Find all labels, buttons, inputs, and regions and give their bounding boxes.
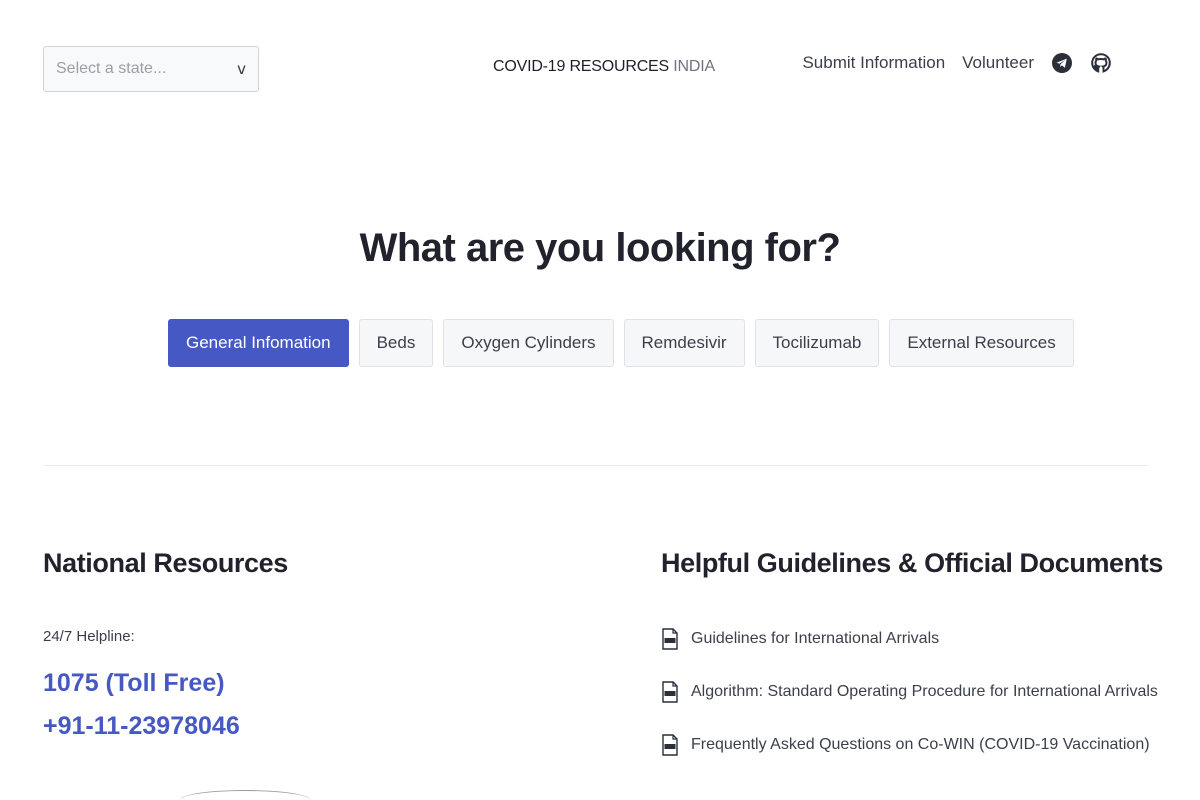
hero-title: What are you looking for? [359, 226, 841, 270]
helpline-phone-link[interactable]: +91-11-23978046 [43, 712, 240, 741]
section-divider [43, 465, 1149, 466]
tab-general-information[interactable]: General Infomation [168, 319, 349, 367]
national-resources-title: National Resources [43, 548, 288, 578]
chevron-down-icon: v [237, 60, 246, 78]
brand-logo[interactable]: COVID-19 RESOURCES INDIA [493, 58, 715, 76]
pdf-icon [662, 628, 678, 650]
cutoff-element [180, 790, 310, 800]
pdf-icon [662, 681, 678, 703]
document-label: Guidelines for International Arrivals [691, 630, 940, 647]
helpline-label: 24/7 Helpline: [43, 628, 135, 645]
volunteer-link[interactable]: Volunteer [962, 53, 1034, 73]
category-tabs: General Infomation Beds Oxygen Cylinders… [168, 319, 1074, 367]
tab-remdesivir[interactable]: Remdesivir [623, 319, 745, 367]
brand-name: COVID-19 RESOURCES [493, 58, 669, 75]
header: Select a state... v COVID-19 RESOURCES I… [0, 0, 1200, 130]
brand-country: INDIA [673, 58, 715, 75]
tab-tocilizumab[interactable]: Tocilizumab [754, 319, 880, 367]
tab-beds[interactable]: Beds [358, 319, 434, 367]
toll-free-phone-link[interactable]: 1075 (Toll Free) [43, 669, 225, 698]
document-link[interactable]: Algorithm: Standard Operating Procedure … [661, 679, 1158, 705]
document-link[interactable]: Guidelines for International Arrivals [661, 626, 1158, 652]
state-select[interactable]: Select a state... v [43, 46, 259, 92]
submit-information-link[interactable]: Submit Information [802, 53, 945, 73]
pdf-icon [662, 734, 678, 756]
document-list: Guidelines for International Arrivals Al… [661, 626, 1158, 785]
top-nav: Submit Information Volunteer [802, 52, 1112, 74]
github-icon[interactable] [1090, 52, 1112, 74]
telegram-icon[interactable] [1051, 52, 1073, 74]
document-label: Frequently Asked Questions on Co-WIN (CO… [691, 736, 1150, 753]
document-label: Algorithm: Standard Operating Procedure … [691, 683, 1158, 700]
page: Select a state... v COVID-19 RESOURCES I… [0, 0, 1200, 800]
tab-external-resources[interactable]: External Resources [889, 319, 1074, 367]
state-select-placeholder: Select a state... [56, 60, 167, 77]
document-link[interactable]: Frequently Asked Questions on Co-WIN (CO… [661, 732, 1158, 758]
guidelines-title: Helpful Guidelines & Official Documents [661, 548, 1163, 578]
tab-oxygen-cylinders[interactable]: Oxygen Cylinders [443, 319, 614, 367]
